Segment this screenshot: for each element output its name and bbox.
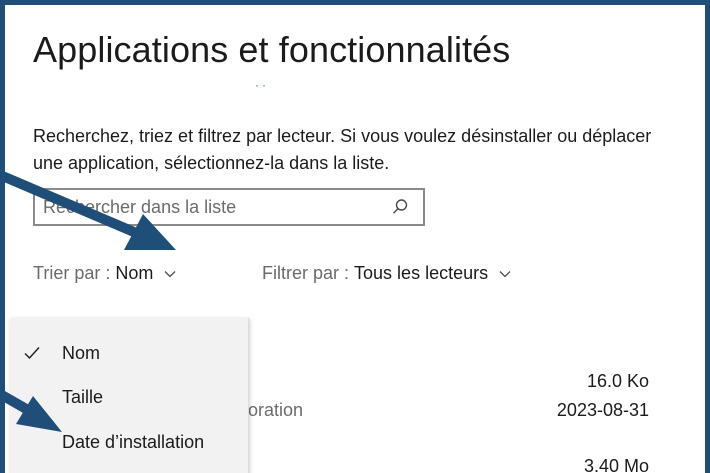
sort-menu: Nom Taille Date d’installation xyxy=(10,318,249,473)
sort-option-name[interactable]: Nom xyxy=(10,333,248,373)
app-install-date: 2023-08-31 xyxy=(556,400,649,420)
sort-value: Nom xyxy=(115,263,154,283)
sort-option-install-date[interactable]: Date d’installation xyxy=(10,422,248,462)
checkmark-icon xyxy=(24,347,40,360)
chevron-down-icon xyxy=(164,271,176,278)
page-title: Applications et fonctionnalités xyxy=(33,29,511,70)
page-description: Recherchez, triez et filtrez par lecteur… xyxy=(33,126,652,173)
sort-control[interactable]: Trier par : Nom xyxy=(33,263,176,284)
settings-window: Applications et fonctionnalités ·· Reche… xyxy=(0,0,710,473)
search-icon[interactable] xyxy=(391,198,409,216)
loading-dots: ·· xyxy=(255,78,269,92)
sort-option-label: Date d’installation xyxy=(62,432,205,452)
app-size: 3.40 Mo xyxy=(583,456,649,473)
filter-control[interactable]: Filtrer par : Tous les lecteurs xyxy=(262,263,511,284)
sort-option-label: Taille xyxy=(62,387,104,407)
filter-dropdown[interactable]: Tous les lecteurs xyxy=(354,263,511,284)
app-size: 16.0 Ko xyxy=(586,371,649,391)
search-box[interactable] xyxy=(33,188,425,226)
chevron-down-icon xyxy=(499,271,511,278)
filter-label: Filtrer par : xyxy=(262,263,350,283)
sort-dropdown[interactable]: Nom xyxy=(115,263,176,284)
sort-option-size[interactable]: Taille xyxy=(10,377,248,417)
sort-label: Trier par : xyxy=(33,263,111,283)
sort-option-label: Nom xyxy=(62,343,101,363)
search-input[interactable] xyxy=(43,190,383,224)
filter-value: Tous les lecteurs xyxy=(354,263,489,283)
app-publisher: oration xyxy=(248,400,304,420)
